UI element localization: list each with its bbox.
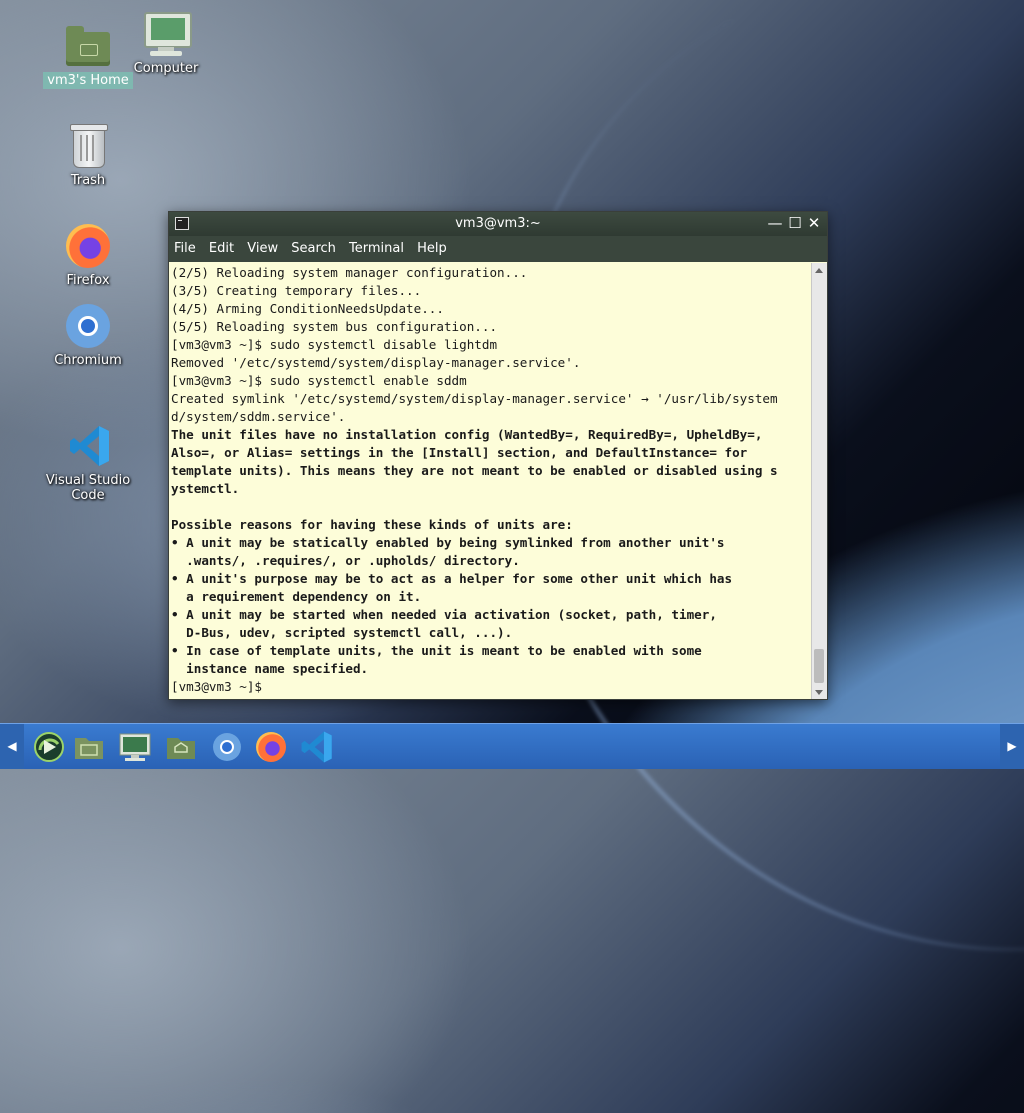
home-folder-icon[interactable]: [164, 730, 198, 764]
menu-view[interactable]: View: [242, 236, 282, 256]
desktop-icon-label: Visual Studio Code: [45, 473, 131, 503]
computer-icon: [142, 10, 192, 58]
menu-terminal[interactable]: Terminal: [344, 236, 408, 256]
terminal-line: [vm3@vm3 ~]$: [171, 679, 270, 694]
terminal-line: • In case of template units, the unit is…: [171, 643, 702, 658]
vscode-icon: [64, 422, 112, 470]
terminal-line: • A unit may be statically enabled by be…: [171, 535, 725, 550]
desktop-icon-label: Chromium: [54, 353, 122, 368]
terminal-line: Removed '/etc/systemd/system/display-man…: [171, 355, 581, 370]
terminal-output[interactable]: (2/5) Reloading system manager configura…: [169, 263, 811, 699]
terminal-line: a requirement dependency on it.: [171, 589, 422, 604]
firefox-icon: [64, 222, 112, 270]
terminal-line: Also=, or Alias= settings in the [Instal…: [171, 445, 748, 460]
terminal-line: • A unit may be started when needed via …: [171, 607, 717, 622]
terminal-line: [vm3@vm3 ~]$ sudo systemctl enable sddm: [171, 373, 467, 388]
desktop-icon-trash[interactable]: Trash: [33, 122, 143, 189]
scroll-down-arrow-icon[interactable]: [815, 690, 823, 695]
taskbar: ◀ ▶: [0, 723, 1024, 769]
desktop-icon-firefox[interactable]: Firefox: [33, 222, 143, 289]
computer-icon[interactable]: [118, 730, 152, 764]
terminal-line: [vm3@vm3 ~]$ sudo systemctl disable ligh…: [171, 337, 498, 352]
vscode-icon[interactable]: [300, 730, 334, 764]
home-folder-icon: [64, 22, 112, 70]
window-title: vm3@vm3:~: [455, 216, 541, 231]
desktop-icon-computer[interactable]: Computer: [111, 10, 221, 77]
taskbar-scroll-left[interactable]: ◀: [0, 724, 24, 769]
desktop-icon-chromium[interactable]: Chromium: [33, 302, 143, 369]
terminal-line: .wants/, .requires/, or .upholds/ direct…: [171, 553, 520, 568]
terminal-line: Created symlink '/etc/systemd/system/dis…: [171, 391, 778, 406]
scrollbar-thumb[interactable]: [814, 649, 824, 683]
terminal-line: d/system/sddm.service'.: [171, 409, 346, 424]
files-icon[interactable]: [72, 730, 106, 764]
firefox-icon[interactable]: [254, 730, 288, 764]
desktop-icon-label: Computer: [133, 61, 199, 76]
desktop-icon-vscode[interactable]: Visual Studio Code: [33, 422, 143, 504]
window-titlebar[interactable]: vm3@vm3:~ — ☐ ✕: [169, 212, 827, 236]
terminal-line: D-Bus, udev, scripted systemctl call, ..…: [171, 625, 513, 640]
desktop-icon-label: Firefox: [66, 273, 110, 288]
menu-bar: File Edit View Search Terminal Help: [169, 236, 827, 262]
trash-icon: [64, 122, 112, 170]
terminal-line: (3/5) Creating temporary files...: [171, 283, 422, 298]
menu-search[interactable]: Search: [286, 236, 340, 256]
terminal-line: (2/5) Reloading system manager configura…: [171, 265, 528, 280]
terminal-line: (4/5) Arming ConditionNeedsUpdate...: [171, 301, 444, 316]
terminal-line: • A unit's purpose may be to act as a he…: [171, 571, 733, 586]
terminal-line: instance name specified.: [171, 661, 369, 676]
start-menu-icon[interactable]: [32, 730, 66, 764]
scroll-up-arrow-icon[interactable]: [815, 268, 823, 273]
chromium-icon: [64, 302, 112, 350]
chromium-icon[interactable]: [210, 730, 244, 764]
desktop-icon-label: Trash: [70, 173, 106, 188]
close-button[interactable]: ✕: [806, 215, 822, 231]
terminal-line: (5/5) Reloading system bus configuration…: [171, 319, 498, 334]
menu-edit[interactable]: Edit: [204, 236, 238, 256]
vertical-scrollbar[interactable]: [811, 263, 827, 699]
terminal-window[interactable]: vm3@vm3:~ — ☐ ✕ File Edit View Search Te…: [168, 211, 828, 700]
minimize-button[interactable]: —: [767, 215, 783, 231]
menu-file[interactable]: File: [169, 236, 200, 256]
terminal-line: The unit files have no installation conf…: [171, 427, 763, 442]
terminal-line: Possible reasons for having these kinds …: [171, 517, 573, 532]
taskbar-scroll-right[interactable]: ▶: [1000, 724, 1024, 769]
menu-help[interactable]: Help: [412, 236, 451, 256]
terminal-line: ystemctl.: [171, 481, 240, 496]
maximize-button[interactable]: ☐: [787, 215, 803, 231]
terminal-line: template units). This means they are not…: [171, 463, 778, 478]
